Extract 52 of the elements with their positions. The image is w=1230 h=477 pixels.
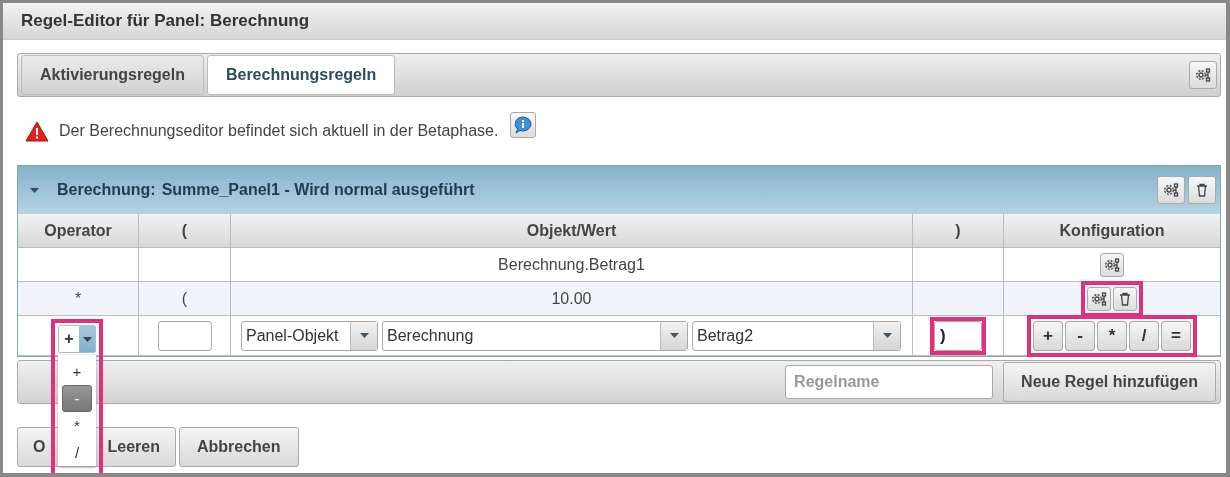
settings-icon [1091, 291, 1107, 306]
settings-button[interactable] [1087, 286, 1111, 311]
table-cell: * [18, 282, 139, 316]
cancel-button[interactable]: Abbrechen [178, 427, 299, 467]
settings-button[interactable] [1157, 176, 1185, 204]
operator-button[interactable]: - [1065, 320, 1095, 351]
close-paren-field[interactable]: ) [934, 320, 982, 351]
settings-icon [1163, 183, 1179, 197]
type-dropdown[interactable]: Panel-Objekt [241, 320, 378, 351]
menu-option[interactable]: - [62, 385, 92, 412]
info-icon [514, 116, 533, 134]
caret-icon [30, 187, 39, 193]
rule-label: Berechnung: [57, 181, 156, 199]
rule-name-field[interactable]: Regelname [785, 365, 994, 399]
menu-option[interactable]: + [62, 358, 92, 385]
info-button[interactable] [510, 112, 537, 138]
table-cell: ( [139, 282, 231, 316]
settings-button[interactable] [1100, 252, 1124, 277]
column-header: ) [913, 214, 1004, 248]
operator-button[interactable]: / [1129, 320, 1159, 351]
caret-icon [882, 333, 892, 338]
operator-button[interactable]: + [1033, 320, 1063, 351]
caret-icon [359, 333, 369, 338]
beta-notice: Der Berechnungseditor befindet sich aktuell in der Betaphase. [59, 122, 499, 140]
column-header: ( [139, 214, 231, 248]
settings-button[interactable] [1189, 61, 1217, 89]
field-dropdown[interactable]: Betrag2 [692, 320, 901, 351]
delete-button[interactable] [1113, 286, 1137, 311]
column-header: Objekt/Wert [231, 214, 913, 248]
open-paren-field[interactable] [157, 320, 212, 351]
trash-icon [1119, 291, 1131, 306]
trash-icon [1196, 183, 1208, 197]
window-title: Regel-Editor für Panel: Berechnung [3, 3, 1226, 40]
column-header: Konfiguration [1004, 214, 1220, 248]
panel-dropdown[interactable]: Berechnung [382, 320, 688, 351]
collapse-toggle[interactable] [30, 187, 39, 193]
caret-icon [82, 336, 92, 342]
add-rule-button[interactable]: Neue Regel hinzufügen [1003, 362, 1216, 402]
menu-option[interactable]: / [62, 439, 92, 466]
table-cell: 10.00 [231, 282, 913, 316]
operator-button[interactable]: * [1097, 320, 1127, 351]
tab[interactable]: Aktivierungsregeln [21, 55, 204, 95]
delete-button[interactable] [1188, 176, 1216, 204]
operator-dropdown[interactable]: + [58, 325, 96, 353]
operator-button[interactable]: = [1161, 320, 1191, 351]
caret-icon [669, 333, 679, 338]
column-header: Operator [18, 214, 139, 248]
tab[interactable]: Berechnungsregeln [206, 55, 396, 95]
settings-icon [1195, 68, 1211, 82]
rule-title: Summe_Panel1 - Wird normal ausgeführt [161, 181, 475, 199]
settings-icon [1104, 257, 1120, 272]
warning-icon [25, 120, 49, 142]
